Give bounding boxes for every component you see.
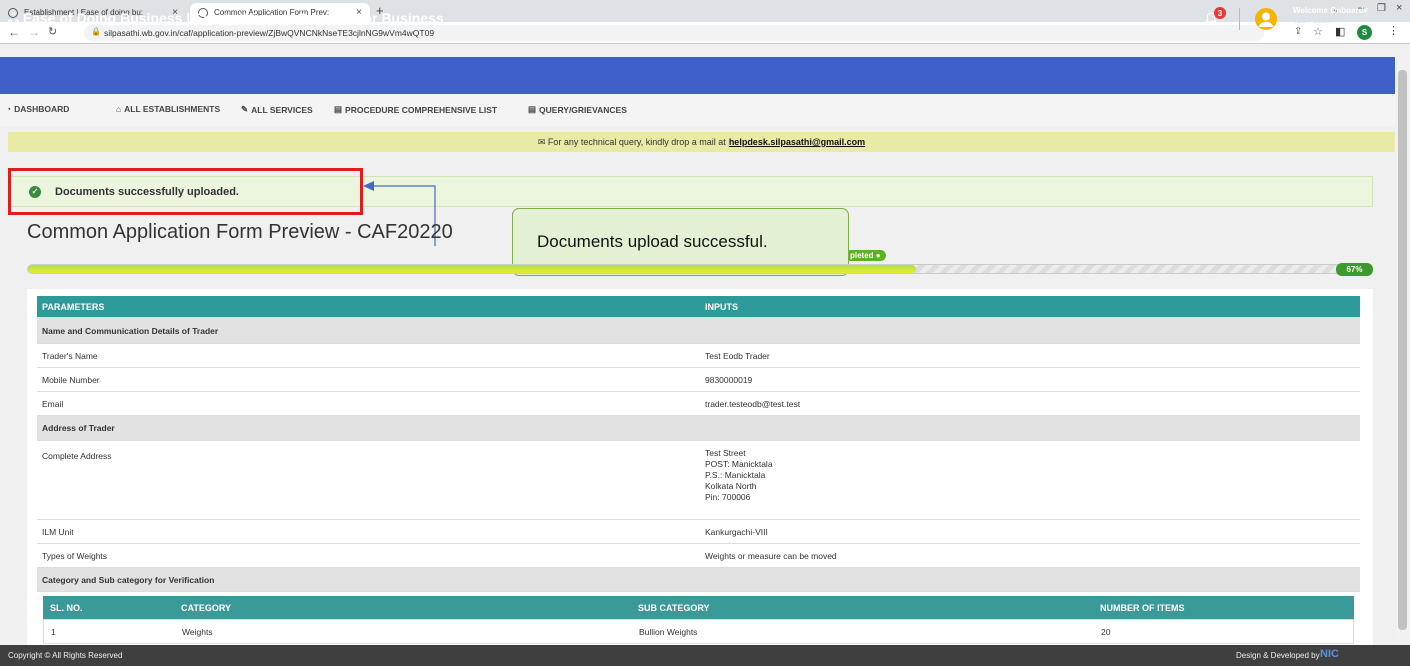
section-row: Address of Trader	[37, 416, 1360, 441]
table-row: Trader's Name Test Eodb Trader	[37, 344, 1360, 368]
page-title: Common Application Form Preview - CAF202…	[27, 221, 453, 243]
param-value: 9830000019	[705, 375, 753, 385]
address-line: P.S.: Manicktala	[705, 470, 766, 480]
notification-badge: 3	[1214, 7, 1226, 19]
column-header-parameters: PARAMETERS	[42, 301, 105, 312]
param-label: Trader's Name	[42, 350, 98, 361]
column-header-sl-no: SL. NO.	[50, 602, 83, 613]
list-icon: ▤	[528, 104, 537, 114]
welcome-text: Welcome Onboard	[1293, 6, 1364, 15]
helpdesk-email-link[interactable]: helpdesk.silpasathi@gmail.com	[729, 137, 865, 147]
app-title[interactable]: ஃ Ease of Doing Business | Single Window…	[8, 10, 444, 29]
table-row: Complete Address Test Street POST: Manic…	[37, 441, 1360, 520]
column-header-category: CATEGORY	[181, 602, 232, 613]
notice-text: For any technical query, kindly drop a m…	[547, 137, 726, 147]
app-header	[0, 57, 1395, 94]
helpdesk-notice: ✉ For any technical query, kindly drop a…	[8, 132, 1395, 152]
section-row: Category and Sub category for Verificati…	[37, 568, 1360, 592]
browser-menu-icon[interactable]: ⋮	[1388, 24, 1399, 37]
nav-dashboard[interactable]: ◔ DASHBOARD	[6, 104, 69, 114]
param-value: Kankurgachi-VIII	[705, 527, 768, 537]
caret-down-icon: ▾	[1363, 6, 1368, 15]
completed-label: pleted	[850, 251, 874, 260]
wrench-icon: ✎	[241, 104, 249, 114]
column-header-inputs: INPUTS	[705, 302, 739, 312]
copyright-text: Copyright © All Rights Reserved	[8, 651, 123, 660]
param-label: Mobile Number	[42, 374, 100, 385]
param-label: Types of Weights	[42, 550, 108, 561]
network-icon: ஃ	[8, 10, 23, 26]
address-line: Pin: 700006	[705, 492, 751, 502]
param-label: ILM Unit	[42, 526, 74, 537]
param-label: Email	[42, 398, 64, 409]
address-line: POST: Manicktala	[705, 459, 773, 469]
progress-percent-badge: 67%	[1336, 263, 1373, 276]
profile-avatar[interactable]: S	[1357, 25, 1372, 40]
section-title: Category and Sub category for Verificati…	[42, 574, 215, 585]
bookmark-star-icon[interactable]: ☆	[1313, 25, 1323, 38]
user-name: TEST USER	[1293, 18, 1333, 25]
cell-sl-no: 1	[51, 626, 56, 637]
progress-fill	[28, 265, 916, 273]
table-header-row: PARAMETERS INPUTS	[37, 296, 1360, 318]
url-text: silpasathi.wb.gov.in/caf/application-pre…	[104, 28, 435, 38]
section-title: Address of Trader	[42, 423, 115, 433]
list-icon: ▤	[334, 104, 343, 114]
thumbs-up-icon: ●	[875, 251, 881, 260]
dashboard-icon: ◔	[6, 104, 12, 114]
scrollbar-thumb[interactable]	[1398, 70, 1407, 630]
nav-label: PROCEDURE COMPREHENSIVE LIST	[345, 104, 498, 115]
developer-credit: Design & Developed by	[1236, 651, 1320, 660]
table-row: Mobile Number 9830000019	[37, 368, 1360, 392]
param-value: Weights or measure can be moved	[705, 551, 837, 561]
cell-category: Weights	[182, 626, 213, 637]
nav-label: ALL SERVICES	[251, 104, 313, 115]
share-icon[interactable]: ⇪	[1294, 26, 1302, 37]
column-header-number-of-items: NUMBER OF ITEMS	[1100, 602, 1185, 613]
restore-icon[interactable]: ❐	[1377, 3, 1386, 14]
table-row: Types of Weights Weights or measure can …	[37, 544, 1360, 568]
nic-logo: NIC	[1320, 648, 1339, 660]
address-line: Kolkata North	[705, 481, 757, 491]
nav-label: QUERY/GRIEVANCES	[539, 104, 627, 115]
building-icon: ⌂	[116, 104, 122, 114]
user-avatar[interactable]	[1255, 8, 1277, 30]
highlight-box	[8, 168, 363, 215]
cell-number-of-items: 20	[1101, 626, 1111, 637]
user-menu-dropdown[interactable]: Welcome Onboard▾	[1293, 6, 1368, 15]
nav-all-establishments[interactable]: ⌂ ALL ESTABLISHMENTS	[116, 104, 220, 114]
sub-table-header-row: SL. NO. CATEGORY SUB CATEGORY NUMBER OF …	[43, 596, 1354, 620]
section-title: Name and Communication Details of Trader	[42, 325, 219, 336]
address-value: Test Street POST: Manicktala P.S.: Manic…	[705, 448, 773, 503]
nav-label: ALL ESTABLISHMENTS	[124, 104, 221, 114]
cell-sub-category: Bullion Weights	[639, 626, 698, 637]
window-close-icon[interactable]: ×	[1396, 2, 1402, 14]
footer: Copyright © All Rights Reserved Design &…	[0, 645, 1410, 666]
nav-query-grievances[interactable]: ▤ QUERY/GRIEVANCES	[528, 104, 627, 115]
completed-badge: pleted ●	[845, 250, 886, 261]
param-value: trader.testeodb@test.test	[705, 399, 801, 409]
sidepanel-icon[interactable]: ◧	[1335, 25, 1345, 38]
app-title-text: Ease of Doing Business | Single Window S…	[22, 10, 444, 26]
param-label: Complete Address	[42, 451, 112, 461]
table-row: Email trader.testeodb@test.test	[37, 392, 1360, 416]
table-row: 1 Weights Bullion Weights 20	[43, 620, 1354, 644]
table-row: ILM Unit Kankurgachi-VIII	[37, 520, 1360, 544]
envelope-icon: ✉	[537, 136, 548, 147]
column-header-sub-category: SUB CATEGORY	[638, 602, 710, 613]
nav-procedure-list[interactable]: ▤ PROCEDURE COMPREHENSIVE LIST	[334, 104, 497, 115]
nav-all-services[interactable]: ✎ ALL SERVICES	[241, 104, 313, 115]
param-value: Test Eodb Trader	[705, 351, 770, 361]
header-divider	[1239, 8, 1240, 30]
nav-label: DASHBOARD	[14, 104, 70, 114]
section-row: Name and Communication Details of Trader	[37, 318, 1360, 344]
address-line: Test Street	[705, 448, 746, 458]
